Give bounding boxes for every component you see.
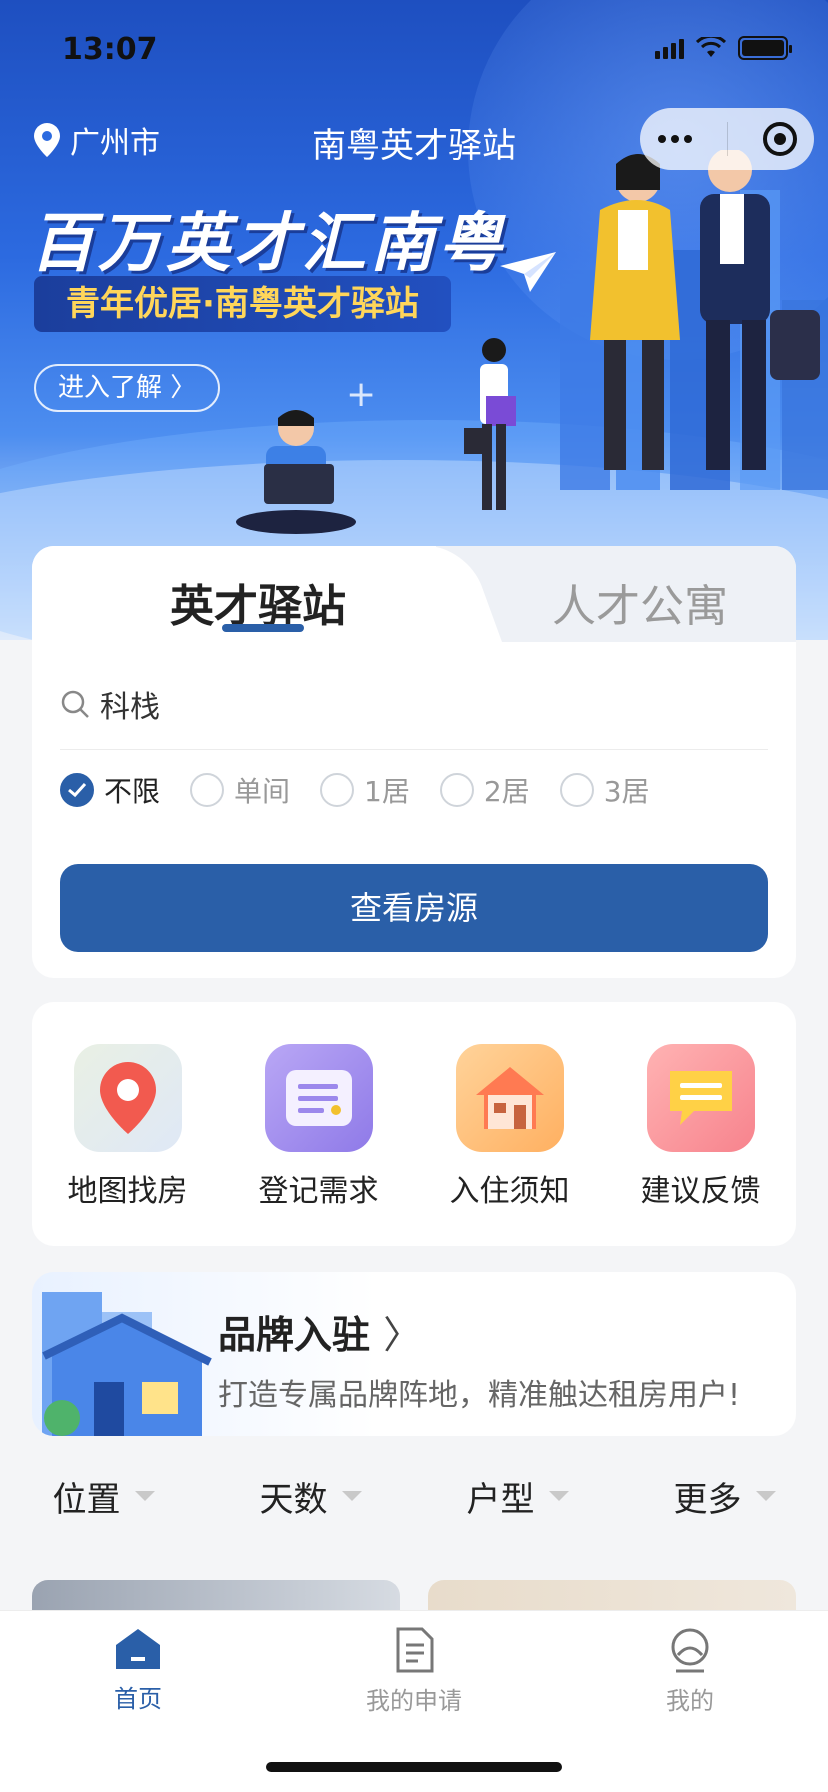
option-2-bedroom[interactable]: 2居 bbox=[439, 770, 530, 810]
search-icon bbox=[61, 690, 89, 718]
action-feedback[interactable]: 建议反馈 bbox=[621, 1044, 781, 1246]
miniprogram-capsule bbox=[640, 108, 814, 170]
tab-talent-apartment[interactable]: 人才公寓 bbox=[552, 570, 728, 634]
quick-actions: 地图找房 登记需求 入住须知 建议反馈 bbox=[32, 1002, 796, 1246]
radio-icon bbox=[559, 773, 594, 807]
tab-my-applications[interactable]: 我的申请 bbox=[314, 1627, 514, 1716]
option-single-room[interactable]: 单间 bbox=[190, 770, 290, 810]
chat-bubble-icon bbox=[646, 1044, 755, 1152]
person-walking-illustration bbox=[464, 338, 516, 510]
option-3-bedroom[interactable]: 3居 bbox=[559, 770, 650, 810]
caret-down-icon bbox=[341, 1491, 362, 1501]
status-bar: 13:07 bbox=[0, 0, 828, 96]
radio-icon bbox=[320, 773, 355, 807]
profile-icon bbox=[671, 1628, 709, 1673]
nav-bar: 广州市 南粤英才驿站 bbox=[0, 104, 828, 176]
wifi-icon bbox=[696, 37, 726, 57]
search-value: 科栈 bbox=[100, 689, 160, 725]
action-register-needs[interactable]: 登记需求 bbox=[239, 1044, 399, 1246]
option-label: 1居 bbox=[364, 775, 410, 808]
banner-headline: 百万英才汇南粤 bbox=[30, 207, 506, 281]
banner-subheadline: 青年优居·南粤英才驿站 bbox=[34, 276, 451, 332]
action-label: 入住须知 bbox=[449, 1174, 570, 1209]
action-map-search[interactable]: 地图找房 bbox=[48, 1044, 208, 1246]
person-laptop-illustration bbox=[236, 410, 356, 534]
battery-icon bbox=[738, 36, 792, 60]
building-illustration bbox=[42, 1292, 212, 1436]
form-icon bbox=[264, 1044, 373, 1152]
caret-down-icon bbox=[548, 1491, 569, 1501]
action-label: 登记需求 bbox=[258, 1174, 379, 1209]
option-label: 2居 bbox=[483, 775, 530, 808]
document-icon bbox=[396, 1627, 434, 1673]
checkmark-icon bbox=[60, 773, 94, 807]
brand-title: 品牌入驻 〉 bbox=[218, 1313, 422, 1357]
option-label: 不限 bbox=[104, 775, 161, 808]
filter-days[interactable]: 天数 bbox=[260, 1466, 362, 1526]
action-label: 地图找房 bbox=[67, 1174, 188, 1209]
radio-icon bbox=[190, 773, 225, 807]
filter-more[interactable]: 更多 bbox=[674, 1466, 776, 1526]
status-time: 13:07 bbox=[62, 32, 158, 67]
tab-label: 我的 bbox=[666, 1687, 714, 1715]
map-pin-icon bbox=[73, 1044, 182, 1152]
tab-label: 我的申请 bbox=[366, 1687, 462, 1715]
tab-profile[interactable]: 我的 bbox=[590, 1627, 790, 1716]
chevron-right-icon: 〉 bbox=[383, 1313, 422, 1357]
home-icon bbox=[116, 1629, 160, 1669]
home-indicator bbox=[266, 1762, 562, 1772]
brand-settle-banner[interactable]: 品牌入驻 〉 打造专属品牌阵地，精准触达租房用户! bbox=[32, 1272, 796, 1436]
action-label: 建议反馈 bbox=[640, 1174, 761, 1209]
listing-filters: 位置 天数 户型 更多 bbox=[0, 1466, 828, 1526]
signal-icon bbox=[655, 37, 684, 59]
tab-home[interactable]: 首页 bbox=[38, 1627, 238, 1716]
filter-layout[interactable]: 户型 bbox=[467, 1466, 569, 1526]
view-listings-button[interactable]: 查看房源 bbox=[60, 864, 768, 952]
hero-banner[interactable]: 13:07 广州市 南粤英才驿站 百万英才汇南粤 青年优居·南粤英才驿站 进入了… bbox=[0, 0, 828, 640]
caret-down-icon bbox=[755, 1491, 776, 1501]
house-icon bbox=[455, 1044, 564, 1152]
capsule-divider bbox=[726, 122, 728, 156]
bottom-tab-bar: 首页 我的申请 我的 bbox=[0, 1610, 828, 1792]
room-type-options: 不限 单间 1居 2居 3居 bbox=[60, 770, 650, 810]
filter-location[interactable]: 位置 bbox=[53, 1466, 155, 1526]
search-input[interactable]: 科栈 bbox=[60, 658, 768, 750]
radio-icon bbox=[439, 773, 474, 807]
option-any[interactable]: 不限 bbox=[60, 770, 160, 810]
action-checkin-notice[interactable]: 入住须知 bbox=[430, 1044, 590, 1246]
option-label: 单间 bbox=[234, 775, 291, 808]
learn-more-button[interactable]: 进入了解 〉 bbox=[34, 364, 221, 412]
tab-bar: 英才驿站 人才公寓 bbox=[32, 546, 796, 642]
option-1-bedroom[interactable]: 1居 bbox=[320, 770, 410, 810]
search-card: 英才驿站 人才公寓 科栈 不限 单间 1居 2居 3居 查看房源 bbox=[32, 546, 796, 978]
tab-label: 首页 bbox=[114, 1685, 162, 1713]
status-icons bbox=[655, 36, 792, 60]
more-menu-icon[interactable] bbox=[657, 135, 692, 143]
option-label: 3居 bbox=[603, 775, 650, 808]
caret-down-icon bbox=[134, 1491, 155, 1501]
paper-plane-icon bbox=[500, 252, 556, 292]
city-illustration bbox=[560, 150, 828, 490]
tab-active-indicator bbox=[222, 624, 304, 632]
close-miniprogram-icon[interactable] bbox=[762, 122, 797, 156]
brand-subtitle: 打造专属品牌阵地，精准触达租房用户! bbox=[218, 1378, 741, 1413]
